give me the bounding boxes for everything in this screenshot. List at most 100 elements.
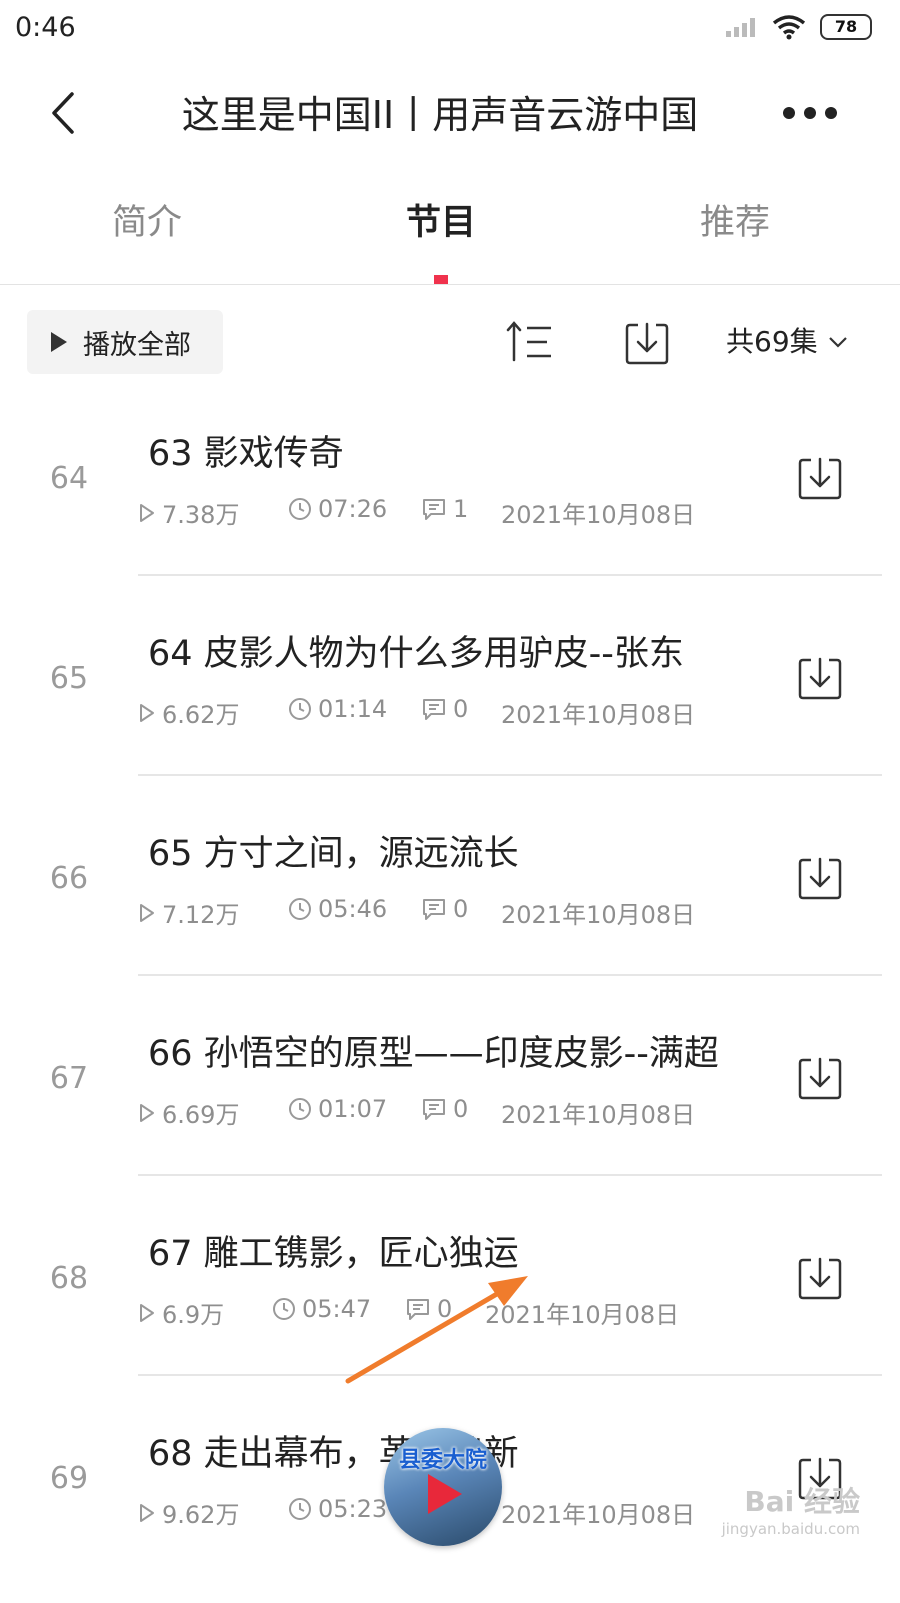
play-count: 6.62万 xyxy=(138,695,239,730)
chevron-down-icon xyxy=(828,337,847,348)
duration: 05:46 xyxy=(288,895,387,923)
publish-date: 2021年10月08日 xyxy=(501,701,696,729)
episode-download-button[interactable] xyxy=(795,653,845,703)
episode-row[interactable]: 67 66 孙悟空的原型——印度皮影--满超 6.69万 01:07 0 202… xyxy=(0,1003,900,1203)
clock-icon xyxy=(273,1298,295,1320)
watermark-logo: Bai 经验 xyxy=(744,1485,860,1518)
episode-download-button[interactable] xyxy=(795,453,845,503)
tab-programs[interactable]: 节目 xyxy=(371,198,511,248)
wifi-icon xyxy=(772,15,806,40)
episode-title[interactable]: 66 孙悟空的原型——印度皮影--满超 xyxy=(148,1025,719,1076)
episode-index: 68 xyxy=(49,1261,89,1296)
duration: 05:23 xyxy=(288,1495,387,1523)
batch-download-button[interactable] xyxy=(622,318,672,368)
clock-icon xyxy=(289,698,311,720)
sort-button[interactable] xyxy=(505,318,555,364)
clock-icon xyxy=(289,1498,311,1520)
play-outline-icon xyxy=(140,503,154,522)
more-dot-icon xyxy=(804,107,816,119)
row-divider xyxy=(138,774,882,776)
episode-index: 67 xyxy=(49,1061,89,1096)
more-dot-icon xyxy=(783,107,795,119)
row-divider xyxy=(138,1174,882,1176)
comment-count: 1 xyxy=(421,495,468,523)
tab-recommend[interactable]: 推荐 xyxy=(665,198,805,248)
comment-count: 0 xyxy=(421,895,468,923)
download-icon xyxy=(798,1257,842,1300)
episode-title[interactable]: 64 皮影人物为什么多用驴皮--张东 xyxy=(148,625,684,676)
episode-title[interactable]: 67 雕工镌影，匠心独运 xyxy=(148,1225,519,1276)
episode-row[interactable]: 68 67 雕工镌影，匠心独运 6.9万 05:47 0 2021年10月08日 xyxy=(0,1203,900,1403)
episode-index: 69 xyxy=(49,1461,89,1496)
episode-index: 65 xyxy=(49,661,89,696)
download-icon xyxy=(625,322,669,365)
play-count: 7.12万 xyxy=(138,895,239,930)
more-options-button[interactable] xyxy=(783,100,847,126)
episode-download-button[interactable] xyxy=(795,1253,845,1303)
play-outline-icon xyxy=(140,1503,154,1522)
status-icons: 78 xyxy=(724,14,872,40)
duration: 07:26 xyxy=(288,495,387,523)
episode-row[interactable]: 64 63 影戏传奇 7.38万 07:26 1 2021年10月08日 xyxy=(0,403,900,603)
episode-row[interactable]: 66 65 方寸之间，源远流长 7.12万 05:46 0 2021年10月08… xyxy=(0,803,900,1003)
play-count: 6.9万 xyxy=(138,1295,224,1330)
publish-date: 2021年10月08日 xyxy=(501,501,696,529)
status-time: 0:46 xyxy=(15,12,76,43)
play-icon xyxy=(428,1474,462,1514)
download-icon xyxy=(798,1057,842,1100)
episode-row[interactable]: 65 64 皮影人物为什么多用驴皮--张东 6.62万 01:14 0 2021… xyxy=(0,603,900,803)
download-icon xyxy=(798,857,842,900)
episode-count-selector[interactable]: 共69集 xyxy=(726,320,848,364)
play-count: 7.38万 xyxy=(138,495,239,530)
publish-date: 2021年10月08日 xyxy=(501,1101,696,1129)
watermark-url: jingyan.baidu.com xyxy=(721,1520,860,1538)
comment-icon xyxy=(423,1099,445,1120)
tabs-divider xyxy=(0,284,900,285)
battery-indicator: 78 xyxy=(820,14,872,40)
episode-count-label: 共69集 xyxy=(726,325,818,358)
page-title: 这里是中国II丨用声音云游中国 xyxy=(181,93,699,137)
back-button[interactable] xyxy=(40,88,90,138)
row-divider xyxy=(138,974,882,976)
comment-icon xyxy=(423,499,445,520)
episode-title[interactable]: 65 方寸之间，源远流长 xyxy=(148,825,519,876)
play-all-button[interactable]: 播放全部 xyxy=(27,310,223,374)
play-all-label: 播放全部 xyxy=(83,329,191,361)
play-outline-icon xyxy=(140,903,154,922)
more-dot-icon xyxy=(825,107,837,119)
comment-count: 0 xyxy=(421,1095,468,1123)
publish-date: 2021年10月08日 xyxy=(501,901,696,929)
row-divider xyxy=(138,574,882,576)
clock-icon xyxy=(289,498,311,520)
play-outline-icon xyxy=(140,1303,154,1322)
comment-icon xyxy=(407,1299,429,1320)
floating-player-label: 县委大院 xyxy=(398,1448,487,1473)
episode-title[interactable]: 63 影戏传奇 xyxy=(148,425,344,476)
play-count: 6.69万 xyxy=(138,1095,239,1130)
tab-intro[interactable]: 简介 xyxy=(77,198,217,248)
episode-index: 66 xyxy=(49,861,89,896)
row-divider xyxy=(138,1374,882,1376)
tab-active-indicator xyxy=(434,275,448,284)
play-count: 9.62万 xyxy=(138,1495,239,1530)
comment-icon xyxy=(423,699,445,720)
sort-order-icon xyxy=(506,321,551,362)
publish-date: 2021年10月08日 xyxy=(501,1501,696,1529)
chevron-left-icon xyxy=(52,92,74,134)
duration: 01:07 xyxy=(288,1095,387,1123)
publish-date: 2021年10月08日 xyxy=(485,1301,680,1329)
play-outline-icon xyxy=(140,1103,154,1122)
episode-download-button[interactable] xyxy=(795,853,845,903)
download-icon xyxy=(798,457,842,500)
download-icon xyxy=(798,657,842,700)
comment-count: 0 xyxy=(421,695,468,723)
signal-icon xyxy=(726,18,755,37)
play-outline-icon xyxy=(140,703,154,722)
floating-player[interactable]: 县委大院 xyxy=(384,1428,502,1546)
episode-download-button[interactable] xyxy=(795,1053,845,1103)
clock-icon xyxy=(289,898,311,920)
clock-icon xyxy=(289,1098,311,1120)
comment-count: 0 xyxy=(405,1295,452,1323)
duration: 05:47 xyxy=(272,1295,371,1323)
duration: 01:14 xyxy=(288,695,387,723)
